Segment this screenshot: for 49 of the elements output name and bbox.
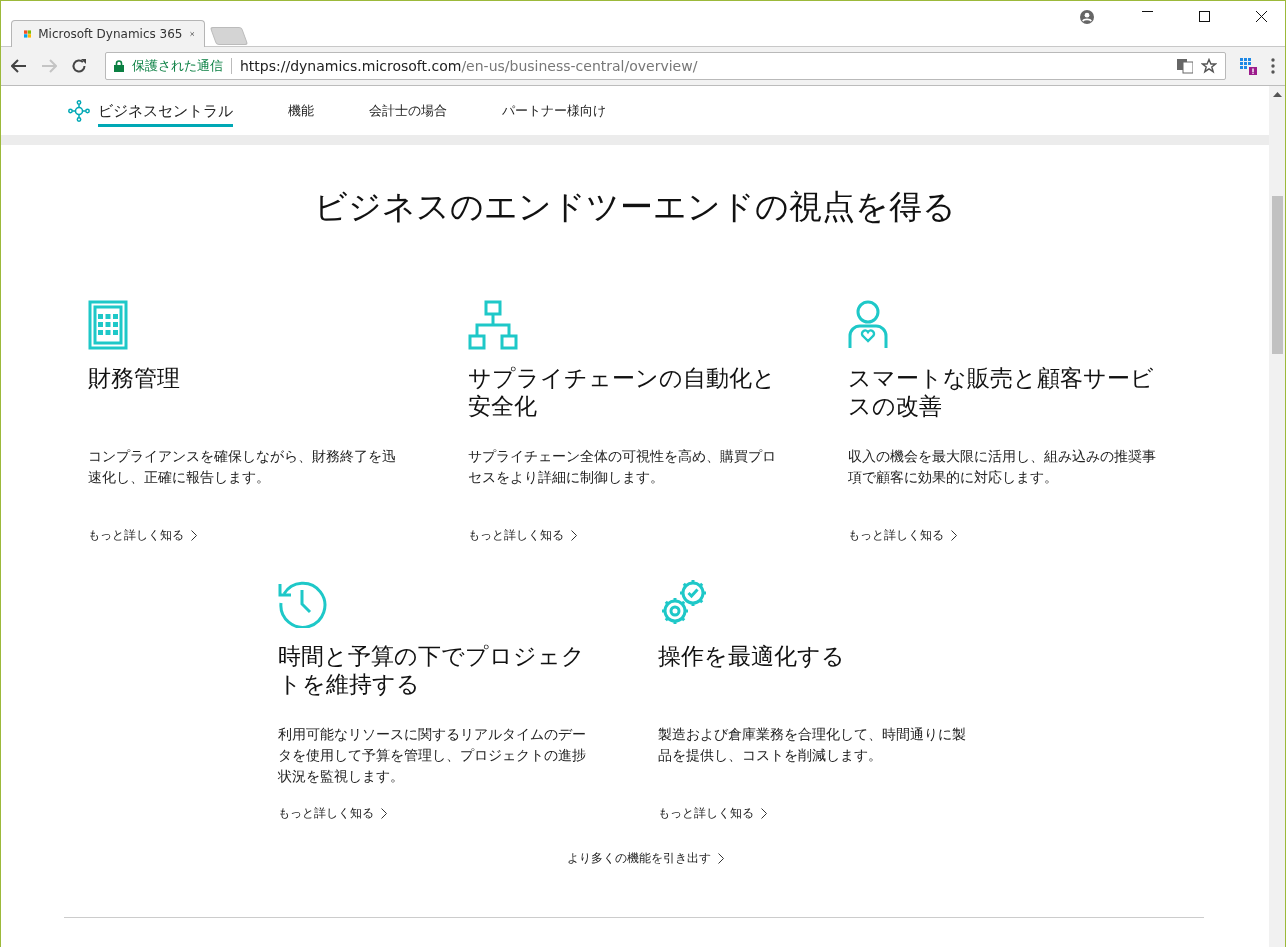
network-hub-logo-icon: [68, 99, 90, 122]
chevron-icon: [951, 530, 957, 541]
scrollbar-thumb[interactable]: [1271, 196, 1283, 354]
section-heading: ビジネスのエンドツーエンドの視点を得る: [313, 186, 957, 228]
feature-title: スマートな販売と顧客サービスの改善: [848, 364, 1155, 420]
lock-icon: [114, 60, 124, 72]
chevron-icon: [571, 530, 577, 541]
feature-title: サプライチェーンの自動化と安全化: [468, 364, 777, 420]
learn-more-link[interactable]: もっと詳しく知る: [848, 527, 957, 544]
feature-title: 時間と予算の下でプロジェクトを維持する: [278, 642, 586, 698]
more-features-link[interactable]: より多くの機能を引き出す: [566, 850, 724, 867]
star-icon[interactable]: [1201, 58, 1217, 74]
chevron-icon: [761, 808, 767, 819]
reload-icon[interactable]: [71, 58, 87, 74]
address-bar[interactable]: 保護された通信 https://dynamics.microsoft.com/en-us/business-central/overview/: [105, 52, 1226, 80]
extension-grid-icon[interactable]: [1240, 57, 1257, 75]
profile-icon[interactable]: [1080, 10, 1094, 24]
learn-more-link[interactable]: もっと詳しく知る: [468, 527, 577, 544]
close-icon[interactable]: [1256, 11, 1267, 22]
scroll-up-icon[interactable]: [1272, 92, 1282, 97]
feature-title: 財務管理: [88, 364, 180, 393]
chevron-icon: [381, 808, 387, 819]
feature-description: コンプライアンスを確保しながら、財務終了を迅速化し、正確に報告します。: [88, 447, 397, 487]
browser-tab[interactable]: Microsoft Dynamics 365: [11, 20, 205, 47]
learn-more-link[interactable]: もっと詳しく知る: [88, 527, 197, 544]
person-heart-icon: [848, 300, 888, 350]
chevron-icon: [717, 853, 724, 864]
calculator-icon: [88, 300, 128, 350]
feature-title: 操作を最適化する: [658, 642, 845, 671]
tab-title: Microsoft Dynamics 365: [38, 27, 183, 41]
security-label: 保護された通信: [132, 57, 223, 75]
translate-icon[interactable]: [1177, 58, 1193, 74]
brand-nav-link[interactable]: ビジネスセントラル: [98, 97, 233, 127]
chevron-icon: [191, 530, 197, 541]
nav-link[interactable]: 機能: [288, 98, 314, 126]
feature-description: 製造および倉庫業務を合理化して、時間通りに製品を提供し、コストを削減します。: [658, 725, 967, 765]
hierarchy-icon: [468, 300, 518, 350]
menu-icon[interactable]: [1271, 58, 1275, 74]
maximize-icon[interactable]: [1199, 11, 1210, 22]
scrollbar[interactable]: [1269, 86, 1285, 947]
feature-description: 収入の機会を最大限に活用し、組み込みの推奨事項で顧客に効果的に対応します。: [848, 447, 1157, 487]
nav-link[interactable]: 会計士の場合: [369, 98, 447, 126]
back-arrow-icon[interactable]: [11, 59, 27, 73]
learn-more-link[interactable]: もっと詳しく知る: [278, 805, 387, 822]
nav-link[interactable]: パートナー様向け: [502, 98, 606, 126]
url-text: https://dynamics.microsoft.com/en-us/business-central/overview/: [240, 58, 698, 74]
learn-more-link[interactable]: もっと詳しく知る: [658, 805, 767, 822]
feature-description: サプライチェーン全体の可視性を高め、購買プロセスをより詳細に制御します。: [468, 447, 777, 487]
feature-description: 利用可能なリソースに関するリアルタイムのデータを使用して予算を管理し、プロジェクトの進捗状況を監視します。: [278, 725, 587, 786]
